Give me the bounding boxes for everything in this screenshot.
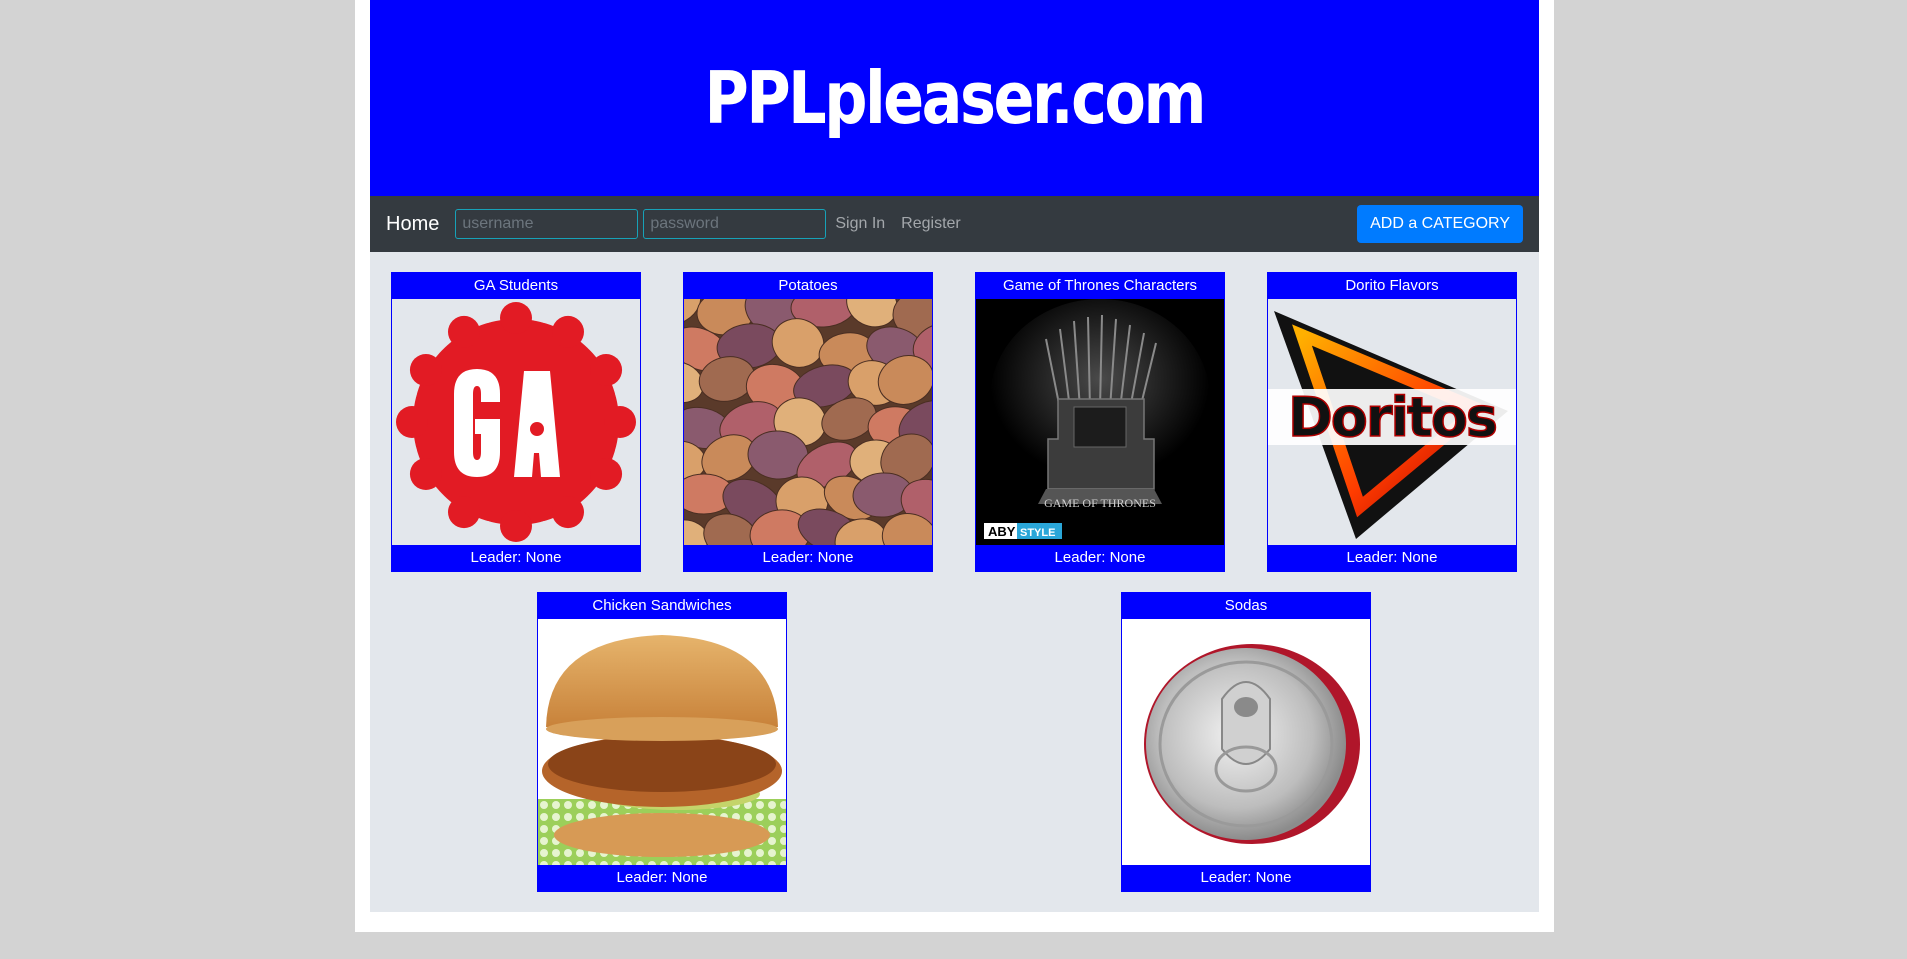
- category-title: Dorito Flavors: [1268, 273, 1516, 299]
- category-leader: Leader: None: [1268, 545, 1516, 571]
- add-category-button[interactable]: ADD a CATEGORY: [1357, 205, 1523, 243]
- ga-logo-icon: [392, 299, 640, 545]
- category-card-game-of-thrones[interactable]: Game of Thrones Characters GAME OF THRON…: [975, 272, 1225, 572]
- ga-logo-graphic: [392, 299, 640, 545]
- doritos-logo-text: Doritos: [1288, 386, 1496, 449]
- page-container: PPLpleaser.com Home Sign In Register ADD…: [355, 0, 1554, 932]
- category-leader: Leader: None: [1122, 865, 1370, 891]
- potatoes-graphic: [684, 299, 932, 545]
- category-title: Sodas: [1122, 593, 1370, 619]
- iron-throne-graphic: GAME OF THRONES ABY STYLE: [976, 299, 1224, 545]
- username-input[interactable]: [455, 209, 639, 239]
- got-logo-text: GAME OF THRONES: [1044, 496, 1156, 510]
- category-title: Potatoes: [684, 273, 932, 299]
- site-title: PPLpleaser.com: [704, 56, 1207, 140]
- category-leader: Leader: None: [392, 545, 640, 571]
- category-leader: Leader: None: [976, 545, 1224, 571]
- category-card-potatoes[interactable]: Potatoes Leader: None: [683, 272, 933, 572]
- password-input[interactable]: [643, 209, 827, 239]
- category-card-ga-students[interactable]: GA Students Leader: None: [391, 272, 641, 572]
- category-card-chicken-sandwiches[interactable]: Chicken Sandwiches Leader: None: [537, 592, 787, 892]
- category-leader: Leader: None: [538, 865, 786, 891]
- chicken-sandwich-image: [538, 619, 786, 865]
- soda-can-image: [1122, 619, 1370, 865]
- potatoes-image: [684, 299, 932, 545]
- chicken-sandwich-graphic: [538, 619, 786, 865]
- doritos-logo-graphic: Doritos: [1268, 299, 1516, 545]
- home-link[interactable]: Home: [386, 213, 439, 236]
- soda-can-graphic: [1122, 619, 1370, 865]
- iron-throne-image: GAME OF THRONES ABY STYLE: [976, 299, 1224, 545]
- site-banner: PPLpleaser.com: [370, 0, 1539, 196]
- navbar: Home Sign In Register ADD a CATEGORY: [370, 196, 1539, 252]
- category-title: Game of Thrones Characters: [976, 273, 1224, 299]
- category-card-dorito-flavors[interactable]: Dorito Flavors Doritos Leader: None: [1267, 272, 1517, 572]
- category-card-sodas[interactable]: Sodas Leader: None: [1121, 592, 1371, 892]
- sign-in-link[interactable]: Sign In: [835, 215, 885, 233]
- doritos-logo-icon: Doritos: [1268, 299, 1516, 545]
- aby-badge-text: ABY: [988, 524, 1016, 539]
- style-badge-text: STYLE: [1020, 527, 1055, 539]
- category-leader: Leader: None: [684, 545, 932, 571]
- category-title: Chicken Sandwiches: [538, 593, 786, 619]
- register-link[interactable]: Register: [901, 215, 961, 233]
- category-title: GA Students: [392, 273, 640, 299]
- category-grid: GA Students Leader: None Potatoes Leader…: [370, 252, 1539, 912]
